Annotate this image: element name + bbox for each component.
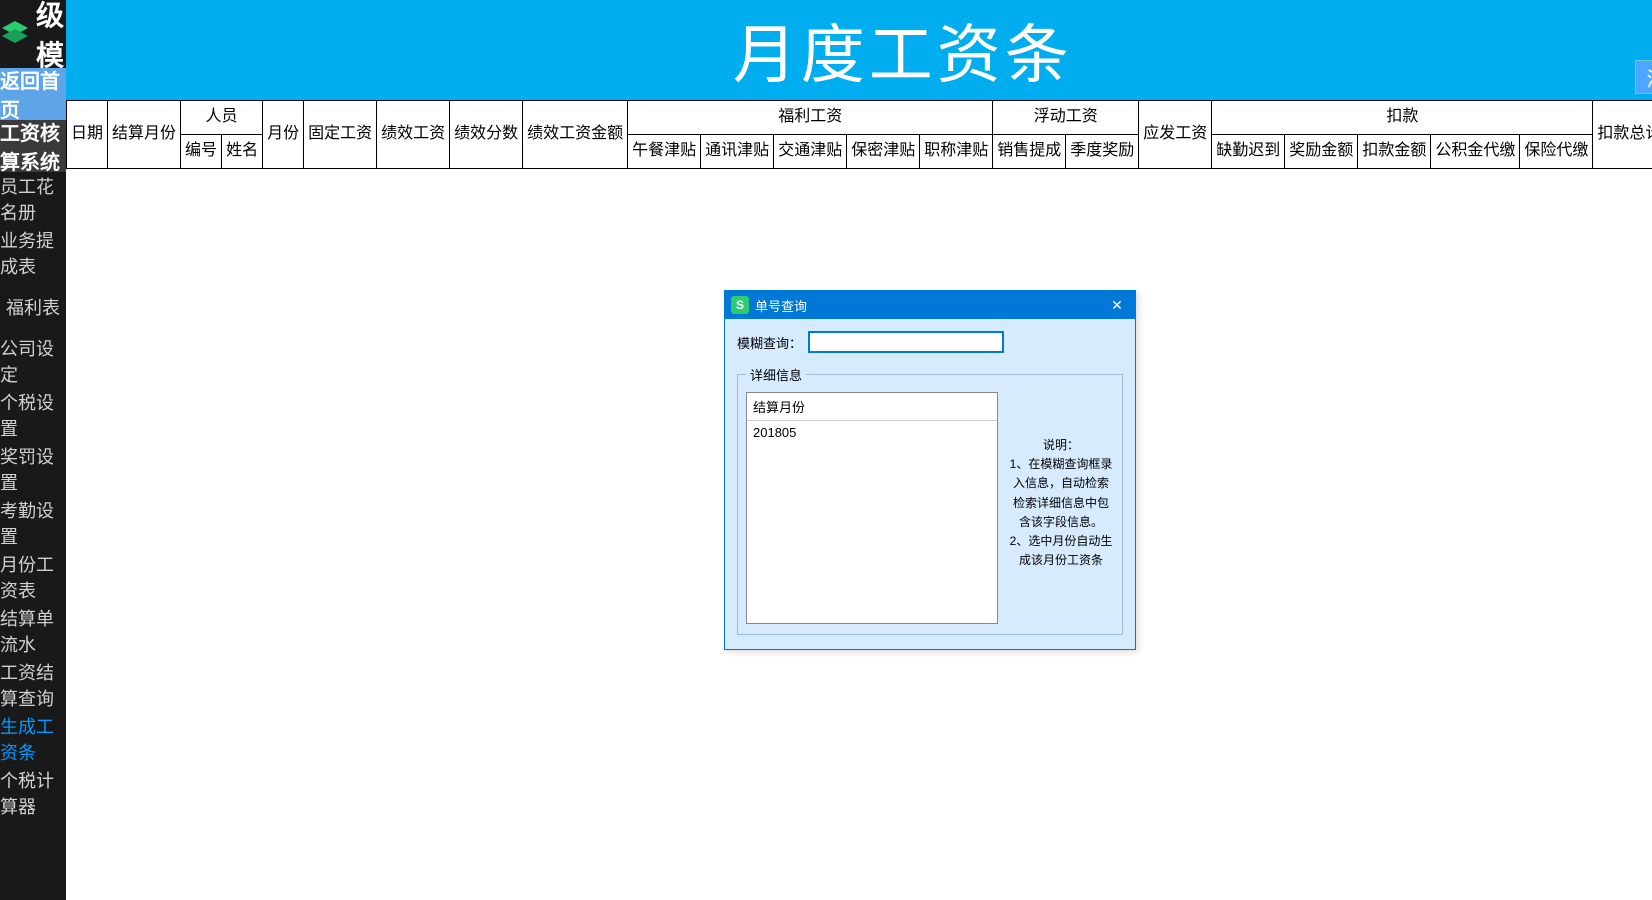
sidebar-item-11[interactable]: 个税计算器 [0,766,66,820]
col-transport: 交通津贴 [774,134,847,168]
col-person: 人员 [181,101,263,135]
logo: 超级模版 [0,0,66,68]
detail-fieldset: 详细信息 结算月份 201805 说明： 1、在模糊查询框录入信息，自动检索检索… [737,365,1123,635]
col-title-allow: 职称津贴 [920,134,993,168]
result-header: 结算月份 [747,393,997,421]
col-deductions: 扣款 [1212,101,1593,135]
col-perf-score: 绩效分数 [450,101,523,169]
sidebar-item-6[interactable]: 考勤设置 [0,496,66,550]
sidebar: 超级模版 返回首页 工资核算系统 员工花名册业务提成表福利表公司设定个税设置奖罚… [0,0,66,900]
col-lunch: 午餐津贴 [628,134,701,168]
sidebar-item-10[interactable]: 生成工资条 [0,712,66,766]
sidebar-item-4[interactable]: 个税设置 [0,388,66,442]
salary-table-wrap: 日期 结算月份 人员 月份 固定工资 绩效工资 绩效分数 绩效工资金额 福利工资… [66,100,1652,169]
detail-legend: 详细信息 [746,365,806,384]
page-title: 月度工资条 [733,4,1073,96]
col-emp-name: 姓名 [222,134,263,168]
col-fund: 公积金代缴 [1431,134,1520,168]
close-icon[interactable]: ✕ [1105,294,1129,316]
sidebar-item-7[interactable]: 月份工资表 [0,550,66,604]
desc-line1: 1、在模糊查询框录入信息，自动检索检索详细信息中包含该字段信息。 [1008,455,1114,532]
col-fixed-salary: 固定工资 [304,101,377,169]
col-comm: 通讯津贴 [701,134,774,168]
query-label: 模糊查询： [737,333,802,352]
desc-line2: 2、选中月份自动生成该月份工资条 [1008,532,1114,570]
col-perf-salary: 绩效工资 [377,101,450,169]
col-emp-no: 编号 [181,134,222,168]
nav-home[interactable]: 返回首页 [0,68,66,120]
logo-icon [0,19,30,49]
query-input[interactable] [808,331,1004,353]
sidebar-item-3[interactable]: 公司设定 [0,334,66,388]
dialog-title: 单号查询 [755,296,807,315]
sidebar-item-2[interactable]: 福利表 [0,280,66,334]
desc-title: 说明： [1008,436,1114,455]
sidebar-item-9[interactable]: 工资结算查询 [0,658,66,712]
result-listbox[interactable]: 结算月份 201805 [746,392,998,624]
col-month: 月份 [263,101,304,169]
query-dialog: S 单号查询 ✕ 模糊查询： 详细信息 结算月份 201805 说明： [724,290,1136,650]
col-insurance: 保险代缴 [1520,134,1593,168]
salary-table: 日期 结算月份 人员 月份 固定工资 绩效工资 绩效分数 绩效工资金额 福利工资… [66,100,1652,169]
col-quarter-bonus: 季度奖励 [1066,134,1139,168]
page-header: 月度工资条 清 空 [66,0,1652,100]
col-period: 结算月份 [108,101,181,169]
col-perf-amount: 绩效工资金额 [523,101,628,169]
col-due-pay: 应发工资 [1139,101,1212,169]
col-date: 日期 [67,101,108,169]
clear-button[interactable]: 清 空 [1635,60,1652,94]
dialog-titlebar[interactable]: S 单号查询 ✕ [725,291,1135,319]
dialog-body: 模糊查询： 详细信息 结算月份 201805 说明： 1、在模糊查询框录入信息，… [725,319,1135,649]
dialog-description: 说明： 1、在模糊查询框录入信息，自动检索检索详细信息中包含该字段信息。 2、选… [1008,392,1114,624]
sidebar-item-1[interactable]: 业务提成表 [0,226,66,280]
col-deduct-total: 扣款总计 [1593,101,1652,169]
spreadsheet-icon: S [731,296,749,314]
sidebar-item-8[interactable]: 结算单流水 [0,604,66,658]
col-confid: 保密津贴 [847,134,920,168]
col-reward-amt: 奖励金额 [1285,134,1358,168]
sidebar-item-5[interactable]: 奖罚设置 [0,442,66,496]
nav-section-title: 工资核算系统 [0,120,66,172]
sidebar-item-0[interactable]: 员工花名册 [0,172,66,226]
col-deduct-amt: 扣款金额 [1358,134,1431,168]
col-floating: 浮动工资 [993,101,1139,135]
col-absence: 缺勤迟到 [1212,134,1285,168]
col-sales-comm: 销售提成 [993,134,1066,168]
result-row[interactable]: 201805 [747,421,997,444]
main: 月度工资条 清 空 日期 结算月份 人员 月份 固定工资 绩效工资 绩效分数 绩… [66,0,1652,900]
col-welfare: 福利工资 [628,101,993,135]
